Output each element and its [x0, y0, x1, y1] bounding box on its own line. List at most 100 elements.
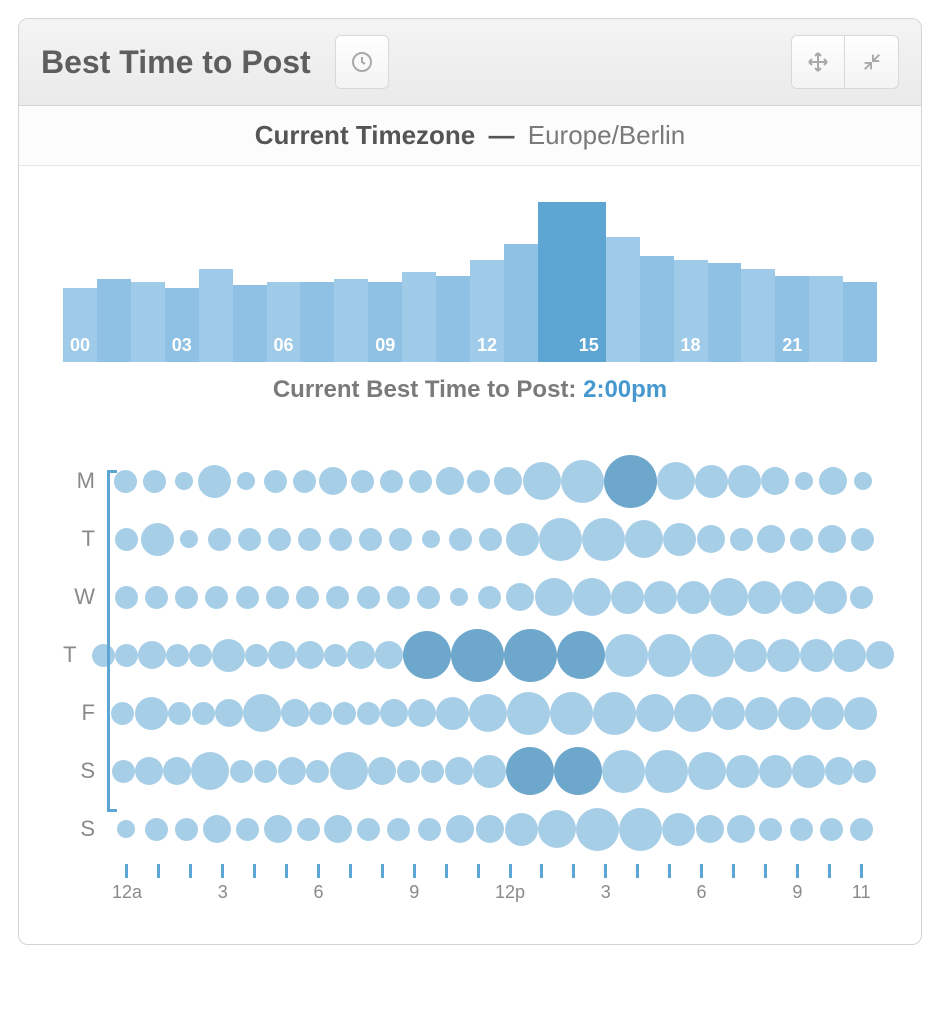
bubble: [833, 639, 866, 672]
bubble-cell: [215, 699, 243, 727]
tick-mark: [221, 864, 224, 878]
day-label: S: [63, 758, 111, 784]
hour-label: 6: [686, 882, 718, 903]
bubble-cell: [756, 525, 786, 553]
bubble-cell: [800, 639, 833, 672]
bubble: [557, 631, 605, 679]
bubble-cell: [451, 629, 504, 682]
hour-label: 6: [303, 882, 335, 903]
bubble: [478, 586, 501, 609]
move-icon: [806, 50, 830, 74]
bubble-cell: [645, 750, 688, 793]
bubble-cell: [619, 808, 662, 851]
tick-mark: [540, 864, 543, 878]
bubble: [192, 702, 215, 725]
bubble-cell: [726, 755, 759, 788]
bubble: [645, 750, 688, 793]
bubble: [298, 528, 321, 551]
bubble-cell: [243, 694, 281, 732]
bubble-cell: [611, 581, 644, 614]
bubble: [792, 755, 825, 788]
bubble-cell: [756, 818, 786, 841]
tick-mark: [253, 864, 256, 878]
bubble: [790, 818, 813, 841]
bubble-cell: [494, 467, 523, 495]
bubble-cell: [853, 760, 877, 783]
bubble-cell: [296, 641, 324, 669]
day-label: T: [63, 526, 111, 552]
bubble: [726, 755, 759, 788]
best-time-line: Current Best Time to Post: 2:00pm: [63, 376, 877, 404]
bubble-cell: [786, 818, 816, 841]
bubble: [368, 757, 396, 785]
bubble: [237, 472, 255, 490]
bubble-cell: [355, 528, 385, 551]
bubble-cell: [712, 697, 745, 730]
tick-mark: [860, 864, 863, 878]
tick-mark: [636, 864, 639, 878]
bubble: [236, 818, 259, 841]
bar-hour-12: 12: [470, 260, 504, 362]
bubble-cell: [290, 470, 319, 493]
bubble: [450, 588, 468, 606]
clock-button[interactable]: [335, 35, 389, 89]
bubble: [730, 528, 753, 551]
bubble-row: S: [63, 800, 877, 858]
bubble: [281, 699, 309, 727]
bar-tick: 06: [273, 335, 293, 356]
bubble: [268, 641, 296, 669]
collapse-icon: [861, 51, 883, 73]
hour-label: 3: [590, 882, 622, 903]
bubble-cell: [383, 586, 413, 609]
bubble-cell: [636, 694, 674, 732]
bubble-cell: [445, 757, 473, 785]
bubble: [230, 760, 253, 783]
bubble-cell: [135, 757, 163, 785]
bubble: [189, 644, 212, 667]
bubble: [297, 818, 320, 841]
bar-hour-02: [131, 282, 165, 362]
bubble-cell: [778, 697, 811, 730]
bar-chart-section: 0003060912151821 Current Best Time to Po…: [19, 166, 921, 452]
bar-hour-08: [334, 279, 368, 362]
bubble-cell: [356, 702, 380, 725]
bubble-cell: [506, 523, 539, 556]
bar-hour-19: [708, 263, 742, 362]
bar-hour-17: [640, 256, 674, 362]
bubble: [712, 697, 745, 730]
hour-label: 9: [398, 882, 430, 903]
bubble: [112, 760, 135, 783]
tick-mark: [413, 864, 416, 878]
bubble-cell: [420, 760, 444, 783]
bubble: [593, 692, 636, 735]
collapse-button[interactable]: [845, 35, 899, 89]
bubble: [790, 528, 813, 551]
move-button[interactable]: [791, 35, 845, 89]
hour-label: 12p: [494, 882, 526, 903]
bubble: [535, 578, 573, 616]
bubble-cell: [281, 699, 309, 727]
bubble: [111, 702, 134, 725]
bubble-cell: [189, 644, 212, 667]
bubble-cells: [111, 510, 877, 568]
bubble: [778, 697, 811, 730]
bubble-cell: [323, 586, 353, 609]
bubble: [333, 702, 356, 725]
bubble-cell: [168, 702, 192, 725]
bubble: [853, 760, 876, 783]
clock-icon: [350, 50, 374, 74]
bubble-cell: [384, 818, 414, 841]
tick-mark: [828, 864, 831, 878]
bubble-cell: [141, 818, 171, 841]
hour-tick: [334, 864, 366, 908]
bubble: [611, 581, 644, 614]
bubble-cell: [319, 467, 348, 495]
hour-label: 11: [845, 882, 877, 903]
bubble: [143, 470, 166, 493]
bubble-cell: [202, 586, 232, 609]
bubble-cell: [235, 528, 265, 551]
bubble-cell: [306, 760, 330, 783]
bubble: [605, 634, 648, 677]
bubble: [238, 528, 261, 551]
tick-mark: [285, 864, 288, 878]
